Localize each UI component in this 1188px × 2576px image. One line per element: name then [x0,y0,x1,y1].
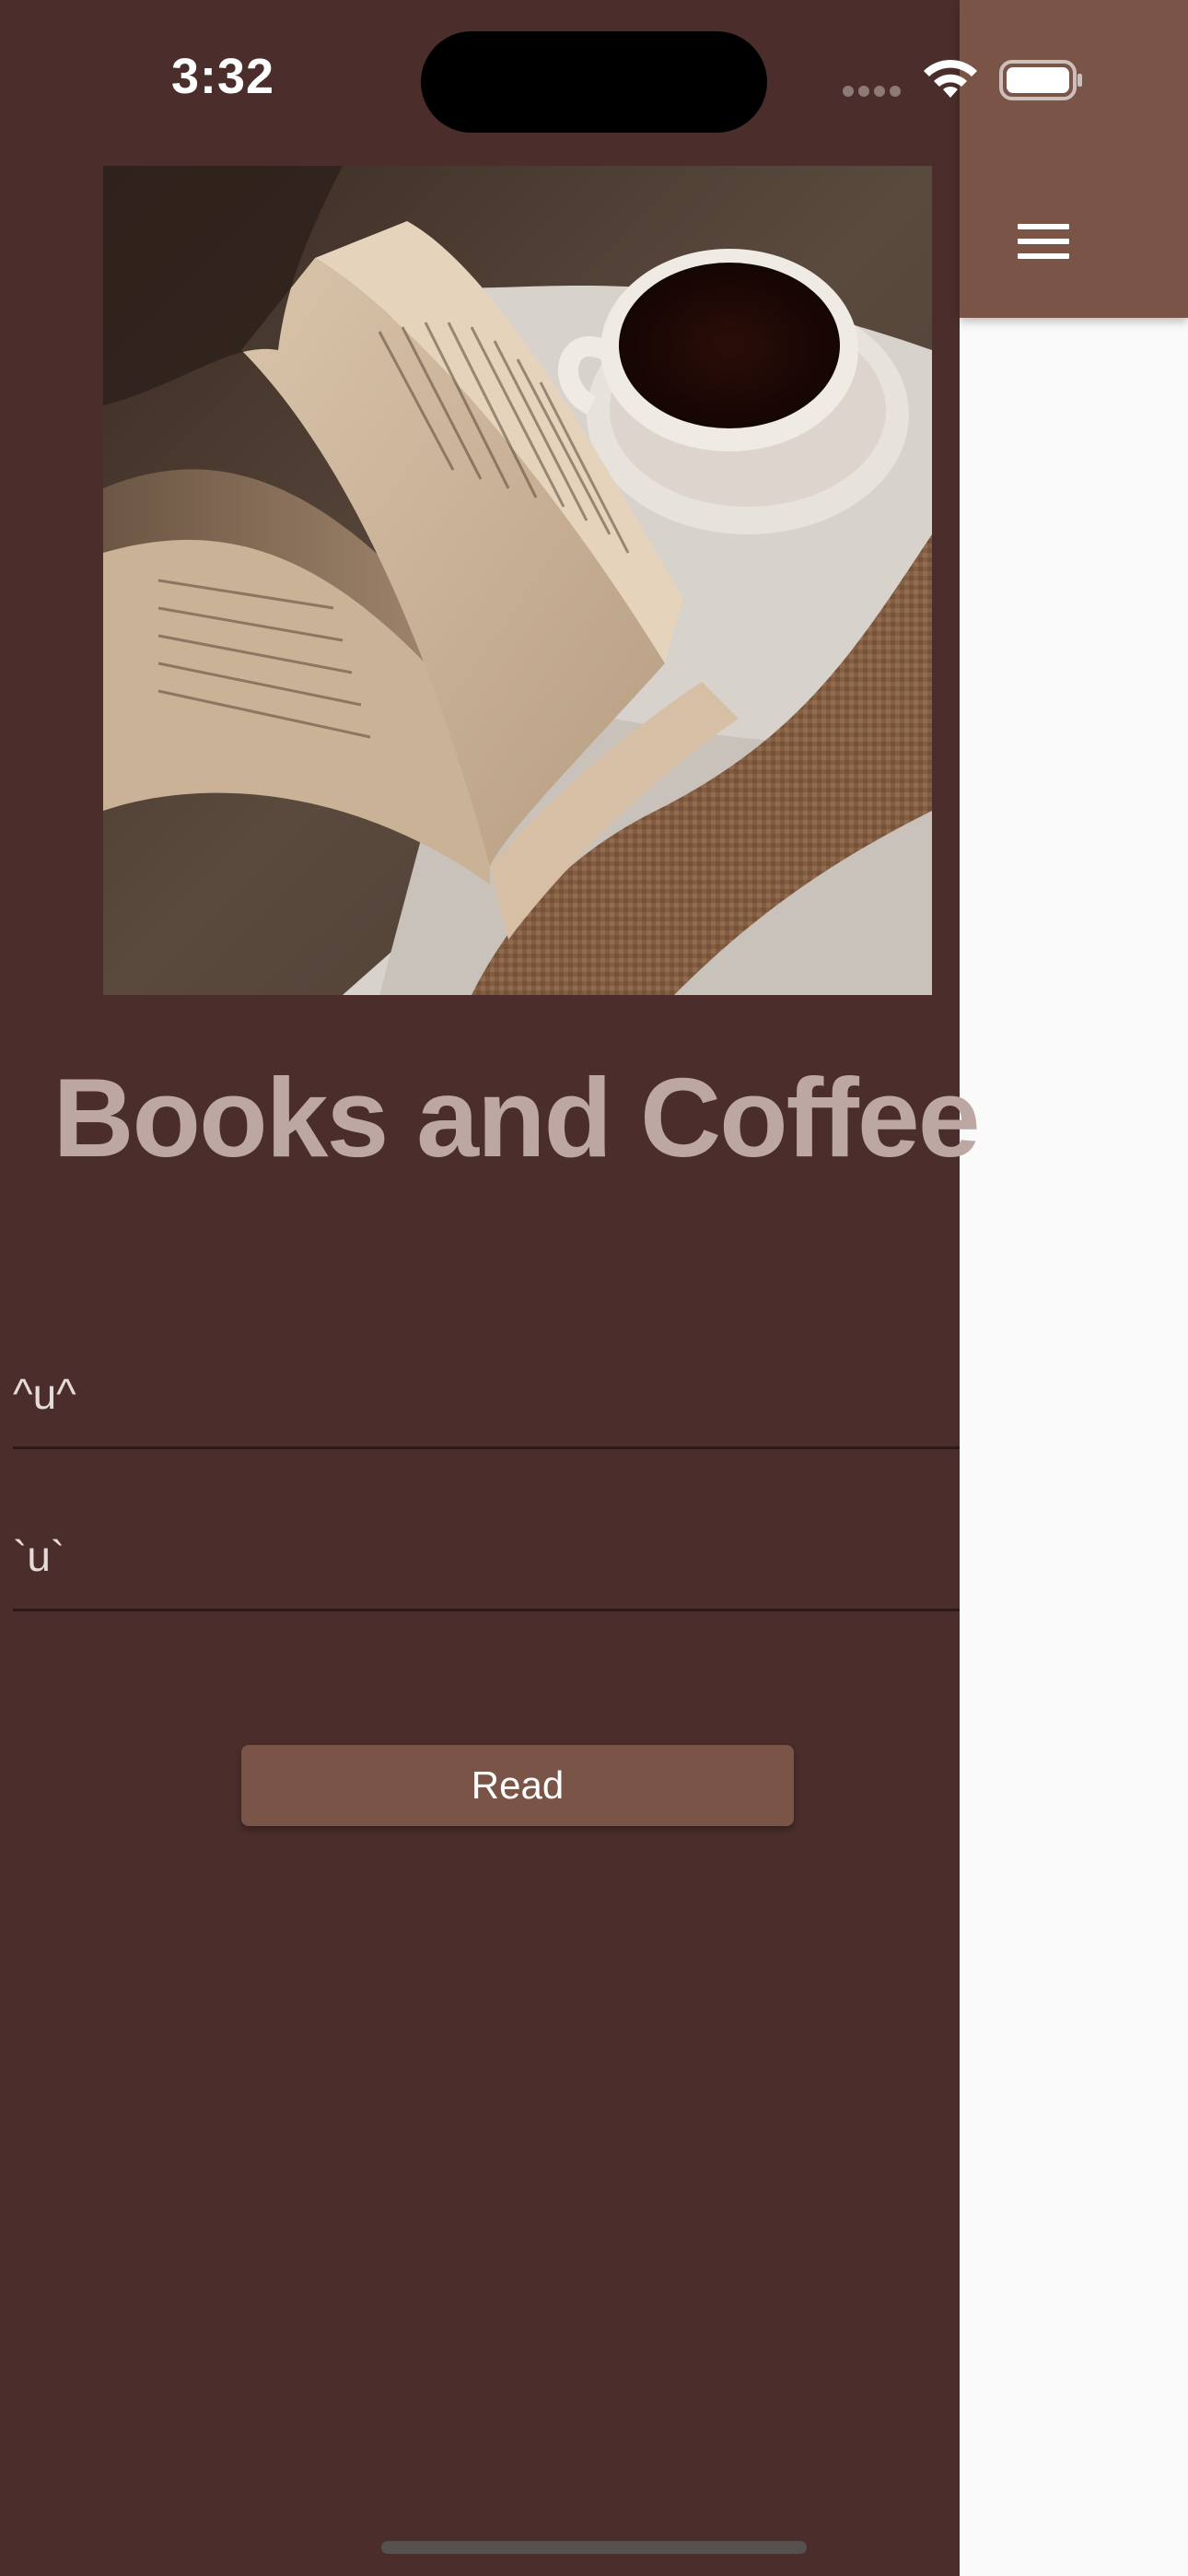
wifi-icon [924,59,977,98]
text-field-1-value: ^u^ [13,1370,76,1418]
hamburger-menu-icon[interactable] [1011,214,1076,269]
text-field-2[interactable]: `u` [13,1498,960,1611]
main-content [960,0,1188,2576]
page-title: Books and Coffee [52,1055,980,1180]
status-time: 3:32 [171,49,275,104]
home-indicator[interactable] [381,2541,807,2554]
app-bar [960,0,1188,318]
text-field-1[interactable]: ^u^ [13,1336,960,1449]
read-button-label: Read [471,1763,565,1807]
read-button[interactable]: Read [241,1745,794,1826]
battery-icon [999,60,1082,100]
dynamic-island [421,31,767,133]
text-field-2-value: `u` [13,1532,65,1580]
hero-image [103,166,932,995]
cellular-signal-icon [843,86,903,99]
